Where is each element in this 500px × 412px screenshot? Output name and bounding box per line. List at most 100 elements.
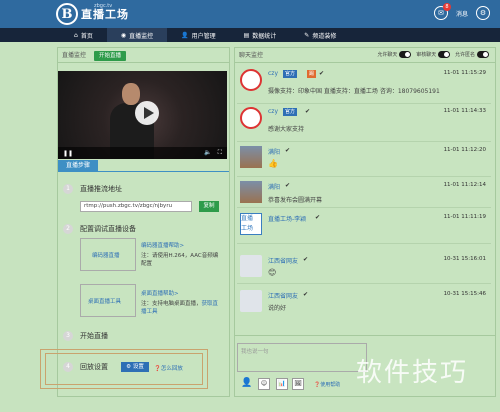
- desktop-tool-link[interactable]: 桌面直播工具: [88, 297, 121, 305]
- approve-icon[interactable]: ✔: [285, 182, 290, 189]
- encoder-live-link[interactable]: 编码器直播: [92, 251, 120, 259]
- approve-icon[interactable]: ✔: [319, 70, 324, 77]
- message-author[interactable]: 江西省网友: [268, 256, 298, 265]
- step-4-title: 回放设置: [80, 363, 108, 371]
- desktop-help-link[interactable]: 桌面直播帮助>: [141, 289, 179, 297]
- chart-icon[interactable]: 📊: [276, 378, 288, 390]
- emoji-icon[interactable]: ☺: [258, 378, 270, 390]
- step-3-number: 3: [63, 331, 73, 341]
- nav-statistics[interactable]: ▤ 数据统计: [230, 28, 291, 42]
- message-author[interactable]: 满阳: [268, 147, 280, 156]
- message-text: 感谢大家支持: [268, 126, 305, 133]
- logo-mark: B: [56, 3, 78, 25]
- pause-icon[interactable]: ❚❚: [63, 150, 73, 157]
- volume-icon[interactable]: 🔈: [204, 149, 211, 157]
- video-player[interactable]: ❚❚ 🔈 ⛶: [58, 71, 227, 159]
- desktop-tool-card[interactable]: 桌面直播工具: [80, 284, 136, 317]
- encoder-help-link[interactable]: 编码器直播帮助>: [141, 241, 184, 249]
- live-monitor-title: 直播监控: [62, 52, 87, 59]
- user-icon[interactable]: 👤: [241, 378, 253, 390]
- messages-label[interactable]: 消息: [456, 9, 468, 18]
- step-2-number: 2: [63, 224, 73, 234]
- avatar: 直播 工场: [240, 213, 262, 235]
- header-actions: ✉ 8 消息 ⚙: [433, 3, 490, 20]
- message-text: 恭喜发布会圆满开幕: [268, 197, 323, 204]
- video-controls: ❚❚ 🔈 ⛶: [58, 147, 227, 159]
- chat-monitor-title: 聊天监控: [239, 52, 264, 59]
- step-3-title: 开始直播: [80, 332, 108, 340]
- avatar: [240, 255, 262, 277]
- chat-message[interactable]: czy 官方 ✔ 11-01 11:14:33 感谢大家支持: [237, 104, 491, 142]
- chat-message[interactable]: 江西省网友 ✔ 10-31 15:16:01 😊: [237, 252, 491, 284]
- chat-message[interactable]: 满阳 ✔ 11-01 11:12:20 👍: [237, 143, 491, 177]
- avatar: [240, 181, 262, 203]
- kick-badge[interactable]: 踢: [307, 70, 317, 78]
- step-4-number: 4: [63, 362, 73, 372]
- chat-input[interactable]: 我也说一句: [237, 343, 367, 372]
- step-1-title: 直播推流地址: [80, 185, 122, 193]
- watermark: 软件技巧: [356, 358, 469, 388]
- message-author[interactable]: 江西省网友: [268, 291, 298, 300]
- chat-message[interactable]: czy 官方 踢 ✔ 11-01 11:15:29 摄像支持：印象中国 直播支持…: [237, 66, 491, 104]
- avatar: [240, 69, 262, 91]
- message-author[interactable]: czy: [268, 70, 278, 77]
- chat-message[interactable]: 满阳 ✔ 11-01 11:12:14 恭喜发布会圆满开幕: [237, 178, 491, 208]
- nav-live-monitor[interactable]: ◉ 直播监控: [106, 28, 168, 42]
- approve-icon[interactable]: ✔: [303, 256, 308, 263]
- logo-domain: zbgc.tv: [94, 3, 113, 9]
- nav-channel-decoration[interactable]: ✎ 频道装修: [290, 28, 350, 42]
- nav-home[interactable]: ⌂ 首页: [60, 28, 107, 42]
- chart-icon: ▤: [243, 31, 250, 39]
- official-badge: 官方: [283, 70, 298, 78]
- help-icon: ❓: [154, 366, 161, 372]
- tab-live-steps[interactable]: 直播步骤: [58, 160, 98, 171]
- home-icon: ⌂: [74, 31, 78, 39]
- official-badge: 官方: [283, 108, 298, 116]
- message-time: 11-01 11:12:20: [443, 147, 486, 153]
- message-author[interactable]: 满阳: [268, 182, 280, 191]
- message-emoji: 😊: [268, 268, 277, 277]
- how-to-playback-link[interactable]: ❓怎么回放: [154, 364, 183, 372]
- user-icon: 👤: [181, 31, 189, 39]
- fullscreen-icon[interactable]: ⛶: [218, 149, 222, 157]
- message-author[interactable]: czy: [268, 108, 278, 115]
- avatar: [240, 107, 262, 129]
- message-time: 10-31 15:16:01: [443, 256, 486, 262]
- chat-message[interactable]: 直播 工场 直播工场-李颖 ✔ 11-01 11:11:19: [237, 210, 491, 244]
- desktop-note: 注：支持电脑桌面直播，获取直播工具: [141, 301, 219, 315]
- play-icon: [144, 107, 154, 119]
- avatar: [240, 290, 262, 312]
- review-chat-toggle[interactable]: [438, 51, 451, 58]
- chat-monitor-header: 聊天监控 允许聊天 审核聊天 允许匿名: [235, 48, 495, 63]
- approve-icon[interactable]: ✔: [305, 108, 310, 115]
- playback-settings-button[interactable]: ⚙ 设置: [121, 362, 149, 372]
- message-time: 11-01 11:11:19: [443, 214, 486, 220]
- start-live-button[interactable]: 开始直播: [93, 51, 126, 61]
- brush-icon: ✎: [304, 31, 310, 39]
- message-time: 11-01 11:12:14: [443, 182, 486, 188]
- chat-message[interactable]: 江西省网友 ✔ 10-31 15:15:46 说的好: [237, 287, 491, 317]
- speaker-head: [122, 83, 140, 105]
- image-icon[interactable]: 🖼: [292, 378, 304, 390]
- allow-chat-toggle[interactable]: [399, 51, 412, 58]
- logo[interactable]: B 直播工场 zbgc.tv: [56, 3, 129, 25]
- gear-icon[interactable]: ⚙: [476, 6, 490, 20]
- message-count-badge: 8: [442, 3, 451, 11]
- push-url-input[interactable]: rtmp://push.zbgc.tv/zbgc/njbyru: [80, 201, 192, 212]
- approve-icon[interactable]: ✔: [315, 214, 320, 221]
- message-author[interactable]: 直播工场-李颖: [268, 214, 306, 223]
- message-emoji: 👍: [268, 159, 278, 168]
- chat-help-link[interactable]: ❓使用帮助: [314, 381, 340, 388]
- main-nav: ⌂ 首页 ◉ 直播监控 👤 用户管理 ▤ 数据统计 ✎ 频道装修: [0, 28, 500, 42]
- chat-toggles: 允许聊天 审核聊天 允许匿名: [377, 48, 489, 63]
- allow-anonymous-toggle[interactable]: [477, 51, 489, 58]
- approve-icon[interactable]: ✔: [303, 291, 308, 298]
- top-header: B 直播工场 zbgc.tv ✉ 8 消息 ⚙: [0, 0, 500, 28]
- approve-icon[interactable]: ✔: [285, 147, 290, 154]
- copy-url-button[interactable]: 复制: [199, 201, 219, 212]
- message-time: 11-01 11:14:33: [443, 108, 486, 114]
- encoder-card[interactable]: 编码器直播: [80, 238, 136, 271]
- message-icon[interactable]: ✉ 8: [433, 3, 451, 20]
- nav-user-management[interactable]: 👤 用户管理: [167, 28, 230, 42]
- live-monitor-header: 直播监控 开始直播: [58, 48, 229, 63]
